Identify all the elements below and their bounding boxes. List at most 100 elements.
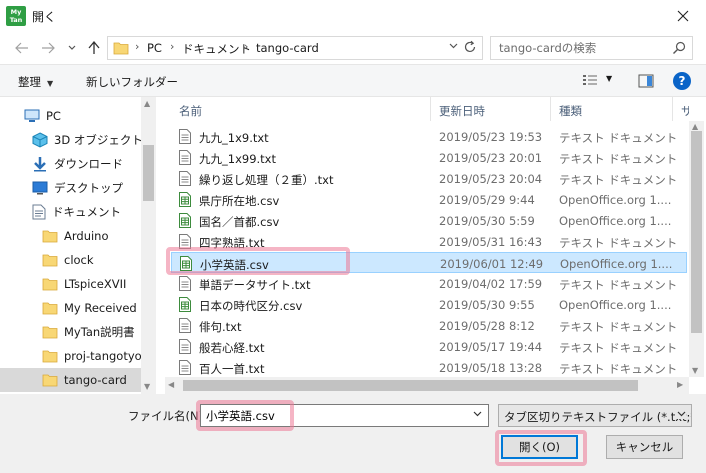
scroll-up-icon[interactable]: ▲ (144, 99, 150, 108)
nav-item-folder[interactable]: proj-tangotyou (0, 344, 141, 368)
csv-file-icon (179, 297, 191, 315)
file-row[interactable]: 九九_1x9.txt 2019/05/23 19:53 テキスト ドキュメント (171, 126, 687, 147)
column-header-name[interactable]: 名前 ^ (171, 97, 431, 121)
file-row[interactable]: 県庁所在地.csv 2019/05/29 9:44 OpenOffice.org… (171, 189, 687, 210)
file-row[interactable]: 俳句.txt 2019/05/28 8:12 テキスト ドキュメント (171, 315, 687, 336)
file-type: テキスト ドキュメント (559, 131, 678, 145)
address-dropdown-button[interactable] (449, 41, 458, 52)
nav-item-documents[interactable]: ドキュメント (0, 200, 141, 224)
preview-pane-button[interactable] (638, 74, 654, 91)
file-date: 2019/05/28 8:12 (439, 319, 535, 333)
file-type: テキスト ドキュメント (559, 278, 678, 292)
file-row[interactable]: 百人一首.txt 2019/05/18 13:28 テキスト ドキュメント (171, 357, 687, 377)
file-row-selected[interactable]: 小学英語.csv 2019/06/01 12:49 OpenOffice.org… (171, 252, 687, 273)
file-row[interactable]: 単語データサイト.txt 2019/04/02 17:59 テキスト ドキュメン… (171, 273, 687, 294)
nav-scrollbar[interactable] (141, 97, 156, 394)
file-type: OpenOffice.org 1.... (559, 298, 672, 312)
back-button[interactable] (14, 39, 30, 57)
column-header-size[interactable]: サ (673, 97, 689, 121)
column-label: 名前 (179, 104, 202, 118)
text-file-icon (179, 339, 191, 357)
cancel-button[interactable]: キャンセル (606, 435, 683, 459)
nav-item-folder[interactable]: MyTan説明書 (0, 320, 141, 344)
file-list-scrollbar-thumb[interactable] (691, 131, 702, 333)
folder-icon (113, 41, 129, 58)
folder-icon (42, 301, 58, 315)
horizontal-scrollbar-thumb[interactable] (183, 380, 638, 391)
breadcrumb-pc[interactable]: PC (147, 41, 162, 55)
file-row[interactable]: 日本の時代区分.csv 2019/05/30 9:55 OpenOffice.o… (171, 294, 687, 315)
file-name: 小学英語.csv (200, 258, 269, 272)
search-box[interactable] (490, 36, 693, 60)
recent-locations-button[interactable] (64, 39, 80, 57)
app-icon-text-top: My (10, 8, 22, 16)
nav-item-downloads[interactable]: ダウンロード (0, 152, 141, 176)
file-date: 2019/05/23 20:01 (439, 151, 543, 165)
address-row: › PC › ドキュメント › tango-card (0, 33, 706, 63)
close-button[interactable] (660, 0, 706, 32)
command-toolbar: 整理 ▼ 新しいフォルダー ▼ ? (0, 64, 706, 97)
nav-item-folder[interactable]: clock (0, 248, 141, 272)
scroll-left-icon[interactable]: ◀ (168, 380, 174, 389)
file-date: 2019/04/02 17:59 (439, 277, 543, 291)
column-header-date[interactable]: 更新日時 (431, 97, 551, 121)
column-header-type[interactable]: 種類 (551, 97, 673, 121)
preview-pane-icon (638, 74, 654, 88)
breadcrumb-tango-card[interactable]: tango-card (256, 41, 319, 55)
file-row[interactable]: 繰り返し処理（２重）.txt 2019/05/23 20:04 テキスト ドキュ… (171, 168, 687, 189)
file-type: OpenOffice.org 1.... (559, 214, 672, 228)
nav-item-folder[interactable]: My Received Pr (0, 296, 141, 320)
csv-file-icon (179, 213, 191, 231)
file-date: 2019/05/23 20:04 (439, 172, 543, 186)
refresh-button[interactable] (463, 40, 477, 57)
file-name: 般若心経.txt (199, 341, 265, 355)
search-input[interactable] (499, 40, 669, 56)
nav-item-label: Arduino (64, 229, 109, 243)
folder-icon (42, 277, 58, 291)
filetype-select[interactable]: タブ区切りテキストファイル (*.txt;*.csv) (498, 404, 692, 427)
breadcrumb-separator: › (244, 40, 249, 53)
nav-item-folder[interactable]: LTspiceXVII (0, 272, 141, 296)
file-date: 2019/05/23 19:53 (439, 130, 543, 144)
help-icon[interactable]: ? (673, 72, 691, 90)
forward-button[interactable] (40, 39, 56, 57)
open-button[interactable]: 開く(O) (501, 435, 578, 459)
file-row[interactable]: 九九_1x99.txt 2019/05/23 20:01 テキスト ドキュメント (171, 147, 687, 168)
caret-down-icon: ▼ (47, 79, 54, 88)
nav-item-label: tango-card (64, 373, 127, 387)
arrow-right-icon (42, 42, 55, 54)
file-name: 四字熟語.txt (199, 236, 265, 250)
file-row[interactable]: 国名／首都.csv 2019/05/30 5:59 OpenOffice.org… (171, 210, 687, 231)
address-bar[interactable]: › PC › ドキュメント › tango-card (107, 36, 483, 60)
nav-scrollbar-thumb[interactable] (143, 145, 154, 201)
scroll-down-icon[interactable]: ▼ (144, 382, 150, 391)
scroll-right-icon[interactable]: ▶ (677, 380, 683, 389)
chevron-down-icon (675, 410, 686, 419)
chevron-down-icon (68, 45, 76, 50)
caret-down-icon[interactable]: ▼ (606, 74, 612, 83)
filename-combo[interactable] (200, 404, 489, 427)
nav-item-desktop[interactable]: デスクトップ (0, 176, 141, 200)
organize-button[interactable]: 整理 ▼ (18, 74, 53, 90)
organize-label: 整理 (18, 75, 41, 89)
file-type: テキスト ドキュメント (559, 152, 678, 166)
filename-input[interactable] (206, 408, 466, 424)
new-folder-button[interactable]: 新しいフォルダー (86, 74, 178, 90)
view-options-button[interactable] (582, 74, 598, 91)
breadcrumb-separator: › (170, 40, 175, 53)
scroll-up-icon[interactable]: ▲ (692, 122, 698, 131)
nav-item-folder[interactable]: Arduino (0, 224, 141, 248)
folder-icon (42, 373, 58, 387)
up-button[interactable] (86, 39, 102, 57)
scroll-down-icon[interactable]: ▼ (692, 366, 698, 375)
file-row[interactable]: 四字熟語.txt 2019/05/31 16:43 テキスト ドキュメント (171, 231, 687, 252)
file-row[interactable]: 般若心経.txt 2019/05/17 19:44 テキスト ドキュメント (171, 336, 687, 357)
chevron-down-icon[interactable] (473, 410, 482, 419)
nav-item-tango-card[interactable]: tango-card (0, 368, 141, 392)
file-type: OpenOffice.org 1.... (560, 257, 673, 271)
text-file-icon (179, 276, 191, 294)
breadcrumb-documents[interactable]: ドキュメント (182, 41, 251, 57)
documents-icon (32, 204, 46, 220)
nav-item-pc[interactable]: PC (0, 104, 141, 128)
nav-item-3d-objects[interactable]: 3D オブジェクト (0, 128, 141, 152)
